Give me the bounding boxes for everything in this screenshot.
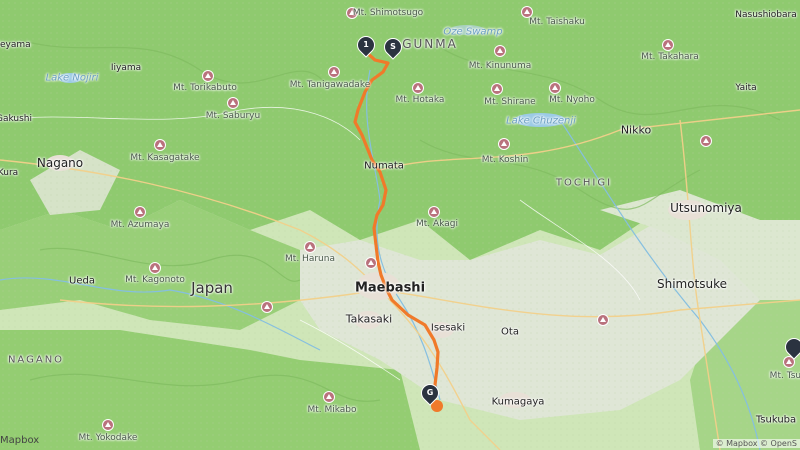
peak-icon [227, 97, 239, 109]
city-label-nasushiobara: Nasushiobara [735, 10, 797, 20]
mapbox-logo[interactable]: Mapbox [0, 435, 39, 446]
peak-label: Mt. Tanigawadake [289, 80, 371, 90]
peak-icon [365, 257, 377, 269]
peak-label: Mt. Kagonoto [125, 275, 185, 285]
water-label: Lake Chuzenji [506, 115, 576, 127]
peak-label: Mt. Azumaya [110, 220, 170, 230]
peak-label: Mt. Takahara [641, 52, 699, 62]
city-label-nikko: Nikko [620, 123, 652, 137]
peak-icon [134, 206, 146, 218]
city-label-isesaki: Isesaki [430, 322, 466, 334]
peak-icon [549, 82, 561, 94]
peak-icon [323, 391, 335, 403]
peak-icon [491, 83, 503, 95]
peak-label: Mt. Shimotsugo [352, 8, 424, 18]
city-label-iiyama: Iiyama [110, 63, 142, 73]
map-attribution[interactable]: © Mapbox © OpenS [712, 439, 800, 448]
city-label-gakushi: Gakushi [0, 114, 33, 124]
peak-label: Mt. Torikabuto [173, 83, 237, 93]
peak-icon [149, 262, 161, 274]
city-label-takasaki: Takasaki [345, 312, 393, 326]
peak-icon [412, 82, 424, 94]
city-label-maebashi: Maebashi [354, 280, 426, 296]
peak-icon [261, 301, 273, 313]
peak-icon [494, 45, 506, 57]
peak-icon [202, 70, 214, 82]
goal-marker-label: G [426, 388, 434, 397]
city-label-shimotsuke: Shimotsuke [656, 277, 728, 291]
city-label-numata: Numata [364, 160, 404, 172]
peak-icon [328, 66, 340, 78]
peak-label: Mt. Nyoho [549, 95, 595, 105]
water-label: Lake Nojiri [45, 72, 99, 84]
peak-icon [597, 314, 609, 326]
peak-label: Mt. Taishaku [529, 17, 585, 27]
peak-label: Mt. Kinunuma [468, 61, 532, 71]
city-label-utsunomiya: Utsunomiya [670, 201, 742, 215]
peak-label: Mt. Kasagatake [130, 153, 200, 163]
start-marker-label: S [390, 42, 396, 51]
peak-label: Mt. Tsuk [769, 371, 800, 381]
city-label-ueyama: Ueyama [0, 40, 31, 50]
peak-icon [304, 241, 316, 253]
peak-label: Mt. Mikabo [307, 405, 357, 415]
peak-icon [498, 138, 510, 150]
peak-label: Mt. Saburyu [205, 111, 261, 121]
water-label: Oze Swamp [443, 26, 503, 38]
map-canvas[interactable]: GUNMA TOCHIGI NAGANO Japan Nagano Numata… [0, 0, 800, 450]
peak-label: Mt. Yokodake [78, 433, 138, 443]
city-label-yaita: Yaita [735, 83, 757, 93]
peak-label: Mt. Hotaka [395, 95, 445, 105]
city-label-ota: Ota [501, 326, 519, 338]
country-label-japan: Japan [191, 279, 233, 297]
peak-icon [102, 419, 114, 431]
peak-label: Mt. Akagi [416, 219, 458, 229]
city-label-tsukuba: Tsukuba [755, 414, 797, 426]
city-label-kura: Kura [0, 168, 19, 178]
peak-icon [154, 139, 166, 151]
waypoint-marker-label: 1 [363, 40, 369, 49]
region-label-nagano: NAGANO [7, 354, 65, 366]
peak-icon [700, 135, 712, 147]
peak-label: Mt. Shirane [484, 97, 536, 107]
city-label-nagano: Nagano [36, 156, 84, 170]
peak-icon [662, 39, 674, 51]
region-label-gunma: GUNMA [402, 37, 458, 51]
city-label-kumagaya: Kumagaya [491, 396, 545, 408]
peak-label: Mt. Koshin [481, 155, 529, 165]
region-label-tochigi: TOCHIGI [555, 177, 613, 189]
peak-label: Mt. Haruna [285, 254, 335, 264]
peak-icon [428, 206, 440, 218]
city-label-ueda: Ueda [69, 275, 95, 287]
